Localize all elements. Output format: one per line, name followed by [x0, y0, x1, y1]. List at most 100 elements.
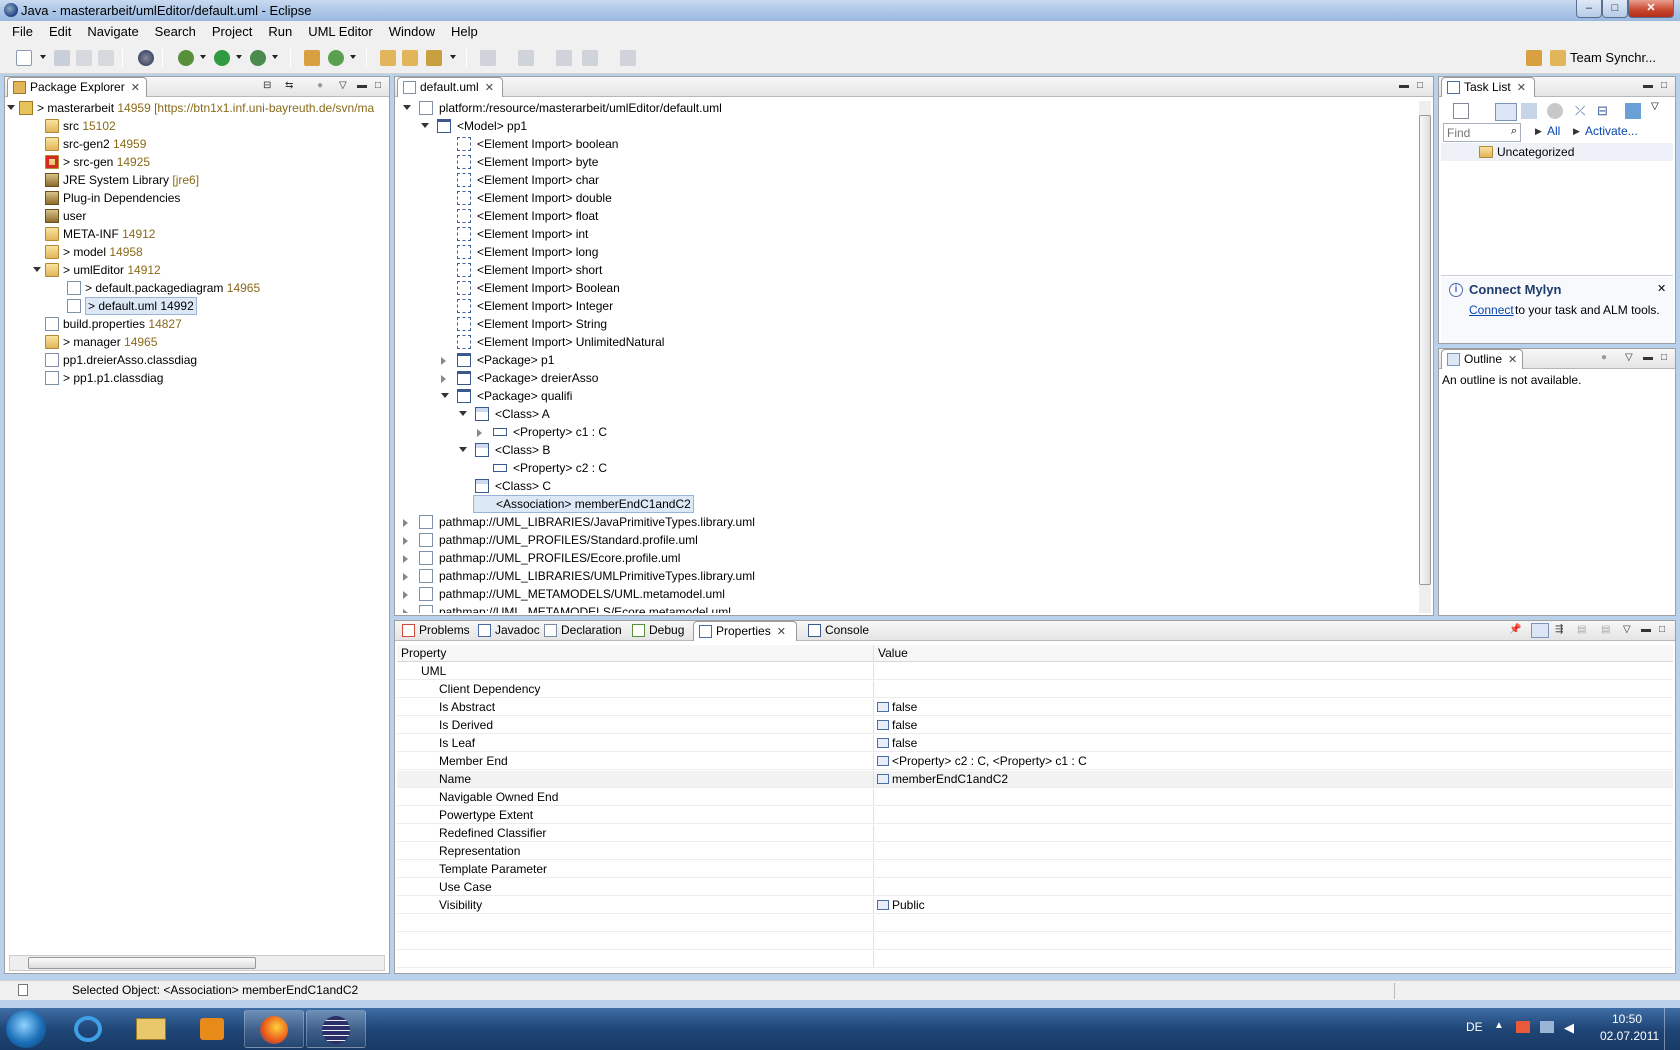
collapse-all-icon[interactable]: ⊟ — [263, 80, 271, 91]
tree-item[interactable]: <Class> A — [395, 405, 1417, 423]
tree-item[interactable]: <Class> B — [395, 441, 1417, 459]
open-resource-icon[interactable] — [402, 50, 418, 66]
tab-outline[interactable]: Outline ✕ — [1441, 349, 1523, 369]
tree-item[interactable]: > model 14958 — [5, 243, 389, 261]
minimize-button[interactable]: – — [1576, 0, 1602, 18]
copy-icon[interactable]: ▤ — [1601, 624, 1610, 635]
filter-completed-icon[interactable]: ⤫ — [1575, 103, 1591, 119]
table-row[interactable]: Name memberEndC1andC2 — [397, 771, 1673, 788]
menu-project[interactable]: Project — [204, 21, 260, 42]
chevron-down-icon[interactable] — [40, 55, 46, 59]
maximize-icon[interactable]: □ — [1659, 624, 1665, 635]
table-row[interactable]: Is Leaf false — [397, 735, 1673, 752]
tree-item[interactable]: pathmap://UML_METAMODELS/Ecore.metamodel… — [395, 603, 1417, 613]
expand-toggle-icon[interactable] — [441, 357, 446, 365]
tree-item[interactable]: Plug-in Dependencies — [5, 189, 389, 207]
tree-item[interactable]: <Element Import> Boolean — [395, 279, 1417, 297]
table-row[interactable]: Is Abstract false — [397, 699, 1673, 716]
tree-item[interactable]: > default.packagediagram 14965 — [5, 279, 389, 297]
maximize-icon[interactable]: □ — [375, 80, 381, 91]
close-icon[interactable]: ✕ — [777, 623, 786, 642]
expand-toggle-icon[interactable] — [441, 393, 449, 398]
view-menu-icon[interactable]: ▽ — [1623, 624, 1631, 635]
table-row[interactable]: Is Derived false — [397, 717, 1673, 734]
expand-toggle-icon[interactable] — [403, 519, 408, 527]
search-icon[interactable] — [426, 50, 442, 66]
tree-item[interactable]: <Element Import> short — [395, 261, 1417, 279]
link-editor-icon[interactable]: ⇆ — [285, 80, 293, 91]
save-icon[interactable] — [54, 50, 70, 66]
expand-toggle-icon[interactable] — [441, 375, 446, 383]
activate-link[interactable]: Activate... — [1585, 124, 1638, 138]
tree-item[interactable]: pathmap://UML_PROFILES/Ecore.profile.uml — [395, 549, 1417, 567]
show-categories-icon[interactable] — [1531, 623, 1549, 638]
tree-item[interactable]: <Class> C — [395, 477, 1417, 495]
connect-link[interactable]: Connect — [1469, 303, 1514, 317]
tree-item[interactable]: pp1.dreierAsso.classdiag — [5, 351, 389, 369]
search-icon[interactable]: ⌕ — [1511, 125, 1517, 138]
menu-uml-editor[interactable]: UML Editor — [300, 21, 381, 42]
expand-toggle-icon[interactable] — [403, 609, 408, 613]
scrollbar-thumb[interactable] — [28, 957, 256, 969]
filter-icon[interactable]: ● — [317, 80, 323, 91]
print-icon[interactable] — [98, 50, 114, 66]
forward-icon[interactable] — [620, 50, 636, 66]
tree-item[interactable]: platform:/resource/masterarbeit/umlEdito… — [395, 99, 1417, 117]
tree-item[interactable]: <Element Import> String — [395, 315, 1417, 333]
tree-item[interactable]: META-INF 14912 — [5, 225, 389, 243]
language-indicator[interactable]: DE — [1466, 1020, 1483, 1034]
table-row[interactable]: Representation — [397, 843, 1673, 860]
property-value[interactable]: false — [892, 718, 917, 732]
expand-toggle-icon[interactable] — [403, 105, 411, 110]
back-icon[interactable] — [582, 50, 598, 66]
start-button[interactable] — [6, 1010, 46, 1048]
tree-item[interactable]: > masterarbeit 14959 [https://btn1x1.inf… — [5, 99, 389, 117]
tree-item[interactable]: <Element Import> UnlimitedNatural — [395, 333, 1417, 351]
property-value[interactable]: false — [892, 736, 917, 750]
column-property[interactable]: Property — [401, 645, 446, 662]
chevron-down-icon[interactable] — [272, 55, 278, 59]
property-value[interactable]: <Property> c2 : C, <Property> c1 : C — [892, 754, 1087, 768]
restore-default-icon[interactable]: ▤ — [1577, 624, 1586, 635]
new-class-icon[interactable] — [328, 50, 344, 66]
focus-icon[interactable] — [1547, 103, 1563, 119]
tab-javadoc[interactable]: Javadoc — [473, 621, 540, 641]
property-value[interactable]: false — [892, 700, 917, 714]
close-icon[interactable]: ✕ — [1517, 79, 1526, 98]
tree-item[interactable]: <Property> c1 : C — [395, 423, 1417, 441]
tab-package-explorer[interactable]: Package Explorer ✕ — [7, 77, 147, 97]
menu-help[interactable]: Help — [443, 21, 486, 42]
menu-window[interactable]: Window — [381, 21, 443, 42]
scheduled-icon[interactable] — [1521, 103, 1537, 119]
chevron-down-icon[interactable] — [450, 55, 456, 59]
clock-time[interactable]: 10:50 — [1612, 1012, 1642, 1026]
tree-item[interactable]: <Element Import> char — [395, 171, 1417, 189]
new-task-icon[interactable] — [1453, 103, 1469, 119]
close-icon[interactable]: ✕ — [1508, 351, 1517, 370]
tree-item[interactable]: > src-gen 14925 — [5, 153, 389, 171]
tree-item[interactable]: JRE System Library [jre6] — [5, 171, 389, 189]
table-row[interactable]: Powertype Extent — [397, 807, 1673, 824]
table-row[interactable]: Member End <Property> c2 : C, <Property> … — [397, 753, 1673, 770]
new-java-project-icon[interactable] — [304, 50, 320, 66]
tree-item[interactable]: <Model> pp1 — [395, 117, 1417, 135]
external-tools-icon[interactable] — [250, 50, 266, 66]
chevron-down-icon[interactable] — [200, 55, 206, 59]
debug-icon[interactable] — [178, 50, 194, 66]
tab-debug[interactable]: Debug — [627, 621, 689, 641]
tree-item[interactable]: > pp1.p1.classdiag — [5, 369, 389, 387]
close-icon[interactable]: ✕ — [485, 79, 494, 98]
maximize-icon[interactable]: □ — [1417, 80, 1423, 91]
categorized-icon[interactable] — [1495, 103, 1517, 121]
expand-toggle-icon[interactable] — [403, 537, 408, 545]
vertical-scrollbar[interactable] — [1419, 101, 1431, 613]
chevron-down-icon[interactable] — [350, 55, 356, 59]
tree-item[interactable]: > manager 14965 — [5, 333, 389, 351]
tab-task-list[interactable]: Task List ✕ — [1441, 77, 1535, 97]
tree-item[interactable]: <Element Import> boolean — [395, 135, 1417, 153]
perspective-icon[interactable] — [138, 50, 154, 66]
expand-toggle-icon[interactable] — [459, 447, 467, 452]
tree-item[interactable]: user — [5, 207, 389, 225]
team-sync-icon[interactable] — [1550, 50, 1566, 66]
tree-item[interactable]: src-gen2 14959 — [5, 135, 389, 153]
